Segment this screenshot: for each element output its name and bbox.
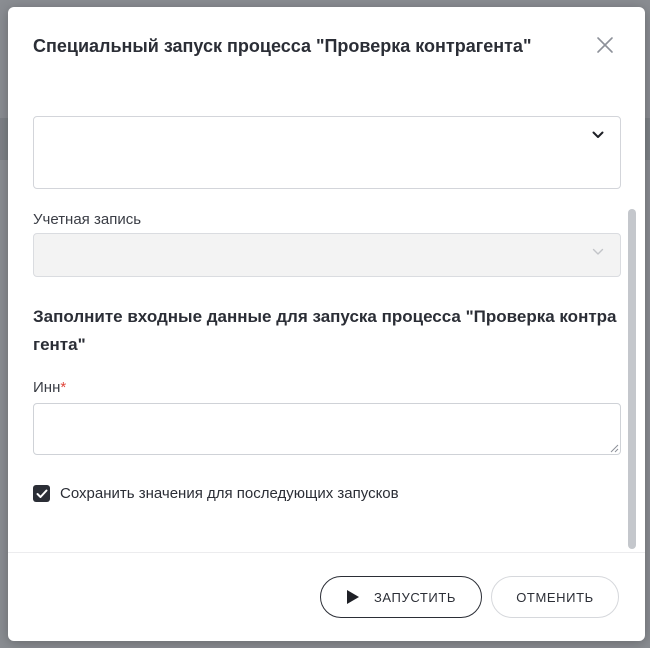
play-icon: [346, 589, 360, 605]
close-icon: [597, 37, 613, 53]
process-select[interactable]: [33, 116, 621, 189]
save-values-option[interactable]: Сохранить значения для последующих запус…: [33, 485, 399, 502]
check-icon: [36, 489, 47, 498]
input-data-heading: Заполните входные данные для запуска про…: [33, 307, 617, 354]
cancel-button[interactable]: ОТМЕНИТЬ: [491, 576, 619, 618]
body-scrollbar[interactable]: [628, 209, 636, 549]
inn-input[interactable]: [33, 403, 621, 455]
save-values-label: Сохранить значения для последующих запус…: [60, 485, 399, 502]
close-button[interactable]: [595, 35, 615, 55]
dialog-header: Специальный запуск процесса "Проверка ко…: [33, 33, 573, 59]
run-button[interactable]: ЗАПУСТИТЬ: [320, 576, 482, 618]
launch-process-dialog: Специальный запуск процесса "Проверка ко…: [8, 7, 645, 641]
scrollbar-thumb[interactable]: [628, 209, 636, 549]
dialog-body: Учетная запись Заполните входные данные …: [8, 107, 645, 551]
run-button-label: ЗАПУСТИТЬ: [373, 589, 457, 605]
dialog-footer: ЗАПУСТИТЬ ОТМЕНИТЬ: [8, 552, 645, 641]
chevron-down-icon: [592, 248, 604, 255]
dialog-title: Специальный запуск процесса "Проверка ко…: [33, 36, 532, 56]
inn-label: Инн*: [33, 379, 66, 396]
cancel-button-label: ОТМЕНИТЬ: [516, 589, 594, 605]
chevron-down-icon: [592, 131, 604, 138]
required-mark: *: [60, 379, 67, 396]
account-label: Учетная запись: [33, 211, 142, 228]
account-select[interactable]: [33, 233, 621, 277]
inn-label-text: Инн: [33, 379, 61, 396]
resize-grip-icon[interactable]: [610, 444, 619, 453]
save-values-checkbox[interactable]: [33, 485, 50, 502]
